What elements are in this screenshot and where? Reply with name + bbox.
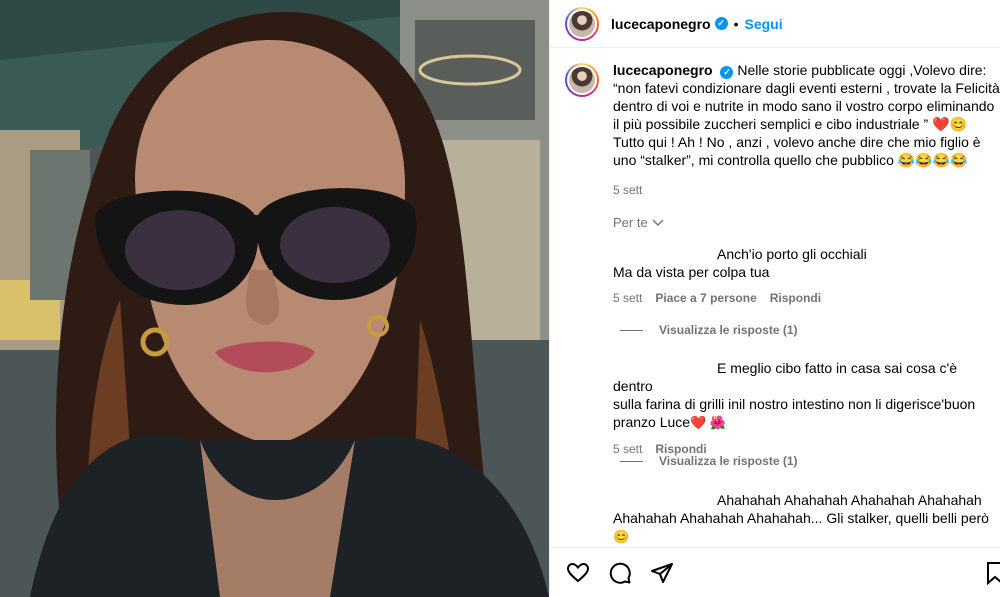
author-avatar[interactable] bbox=[565, 6, 599, 41]
bookmark-icon[interactable] bbox=[983, 561, 1000, 585]
separator-dot: • bbox=[733, 15, 739, 32]
comment-icon[interactable] bbox=[608, 561, 632, 585]
chevron-down-icon bbox=[652, 219, 664, 226]
share-icon[interactable] bbox=[650, 561, 674, 585]
caption-username[interactable]: lucecaponegro bbox=[613, 62, 713, 78]
caption-time: 5 sett bbox=[613, 183, 643, 197]
caption-avatar[interactable] bbox=[565, 63, 599, 97]
author-username[interactable]: lucecaponegro bbox=[611, 16, 711, 32]
comment-item: Ahahahah Ahahahah Ahahahah Ahahahah Ahah… bbox=[613, 491, 993, 546]
reply-button[interactable]: Rispondi bbox=[770, 291, 821, 305]
heart-flower-emoji: ❤️ 🌺 bbox=[690, 415, 727, 430]
view-replies-button[interactable]: Visualizza le risposte (1) bbox=[620, 323, 798, 337]
view-replies-button[interactable]: Visualizza le risposte (1) bbox=[620, 454, 798, 468]
caption-verified-icon: ✓ bbox=[720, 66, 734, 79]
comment-text: Anch'io porto gli occhiali Ma da vista p… bbox=[613, 246, 867, 280]
selfie-image bbox=[0, 0, 549, 597]
post-panel: lucecaponegro ✓ • Segui lucecaponegro ✓ … bbox=[549, 0, 1000, 597]
comment-text: Ahahahah Ahahahah Ahahahah Ahahahah Ahah… bbox=[613, 492, 989, 544]
post-caption: lucecaponegro ✓ Nelle storie pubblicate … bbox=[565, 61, 1000, 197]
comment-text: E meglio cibo fatto in casa sai cosa c'è… bbox=[613, 360, 976, 430]
follow-button[interactable]: Segui bbox=[745, 16, 783, 32]
comments-scroll-area[interactable]: lucecaponegro ✓ Nelle storie pubblicate … bbox=[550, 49, 1000, 547]
post-header: lucecaponegro ✓ • Segui bbox=[550, 0, 1000, 48]
post-photo[interactable] bbox=[0, 0, 549, 597]
smile-emoji: 😊 bbox=[613, 529, 630, 544]
translate-label: Per te bbox=[613, 215, 648, 230]
comment-item: Anch'io porto gli occhiali Ma da vista p… bbox=[613, 245, 993, 305]
translate-toggle[interactable]: Per te bbox=[613, 215, 664, 230]
post-actions bbox=[550, 547, 1000, 597]
heart-icon[interactable] bbox=[566, 561, 590, 585]
comment-time: 5 sett bbox=[613, 291, 643, 305]
comment-likes-link[interactable]: Piace a 7 persone bbox=[655, 291, 756, 305]
verified-icon: ✓ bbox=[714, 17, 728, 30]
comment-meta: 5 sett Piace a 7 persone Rispondi bbox=[613, 291, 993, 305]
comment-item: E meglio cibo fatto in casa sai cosa c'è… bbox=[613, 359, 993, 456]
caption-text: lucecaponegro ✓ Nelle storie pubblicate … bbox=[613, 61, 1000, 169]
